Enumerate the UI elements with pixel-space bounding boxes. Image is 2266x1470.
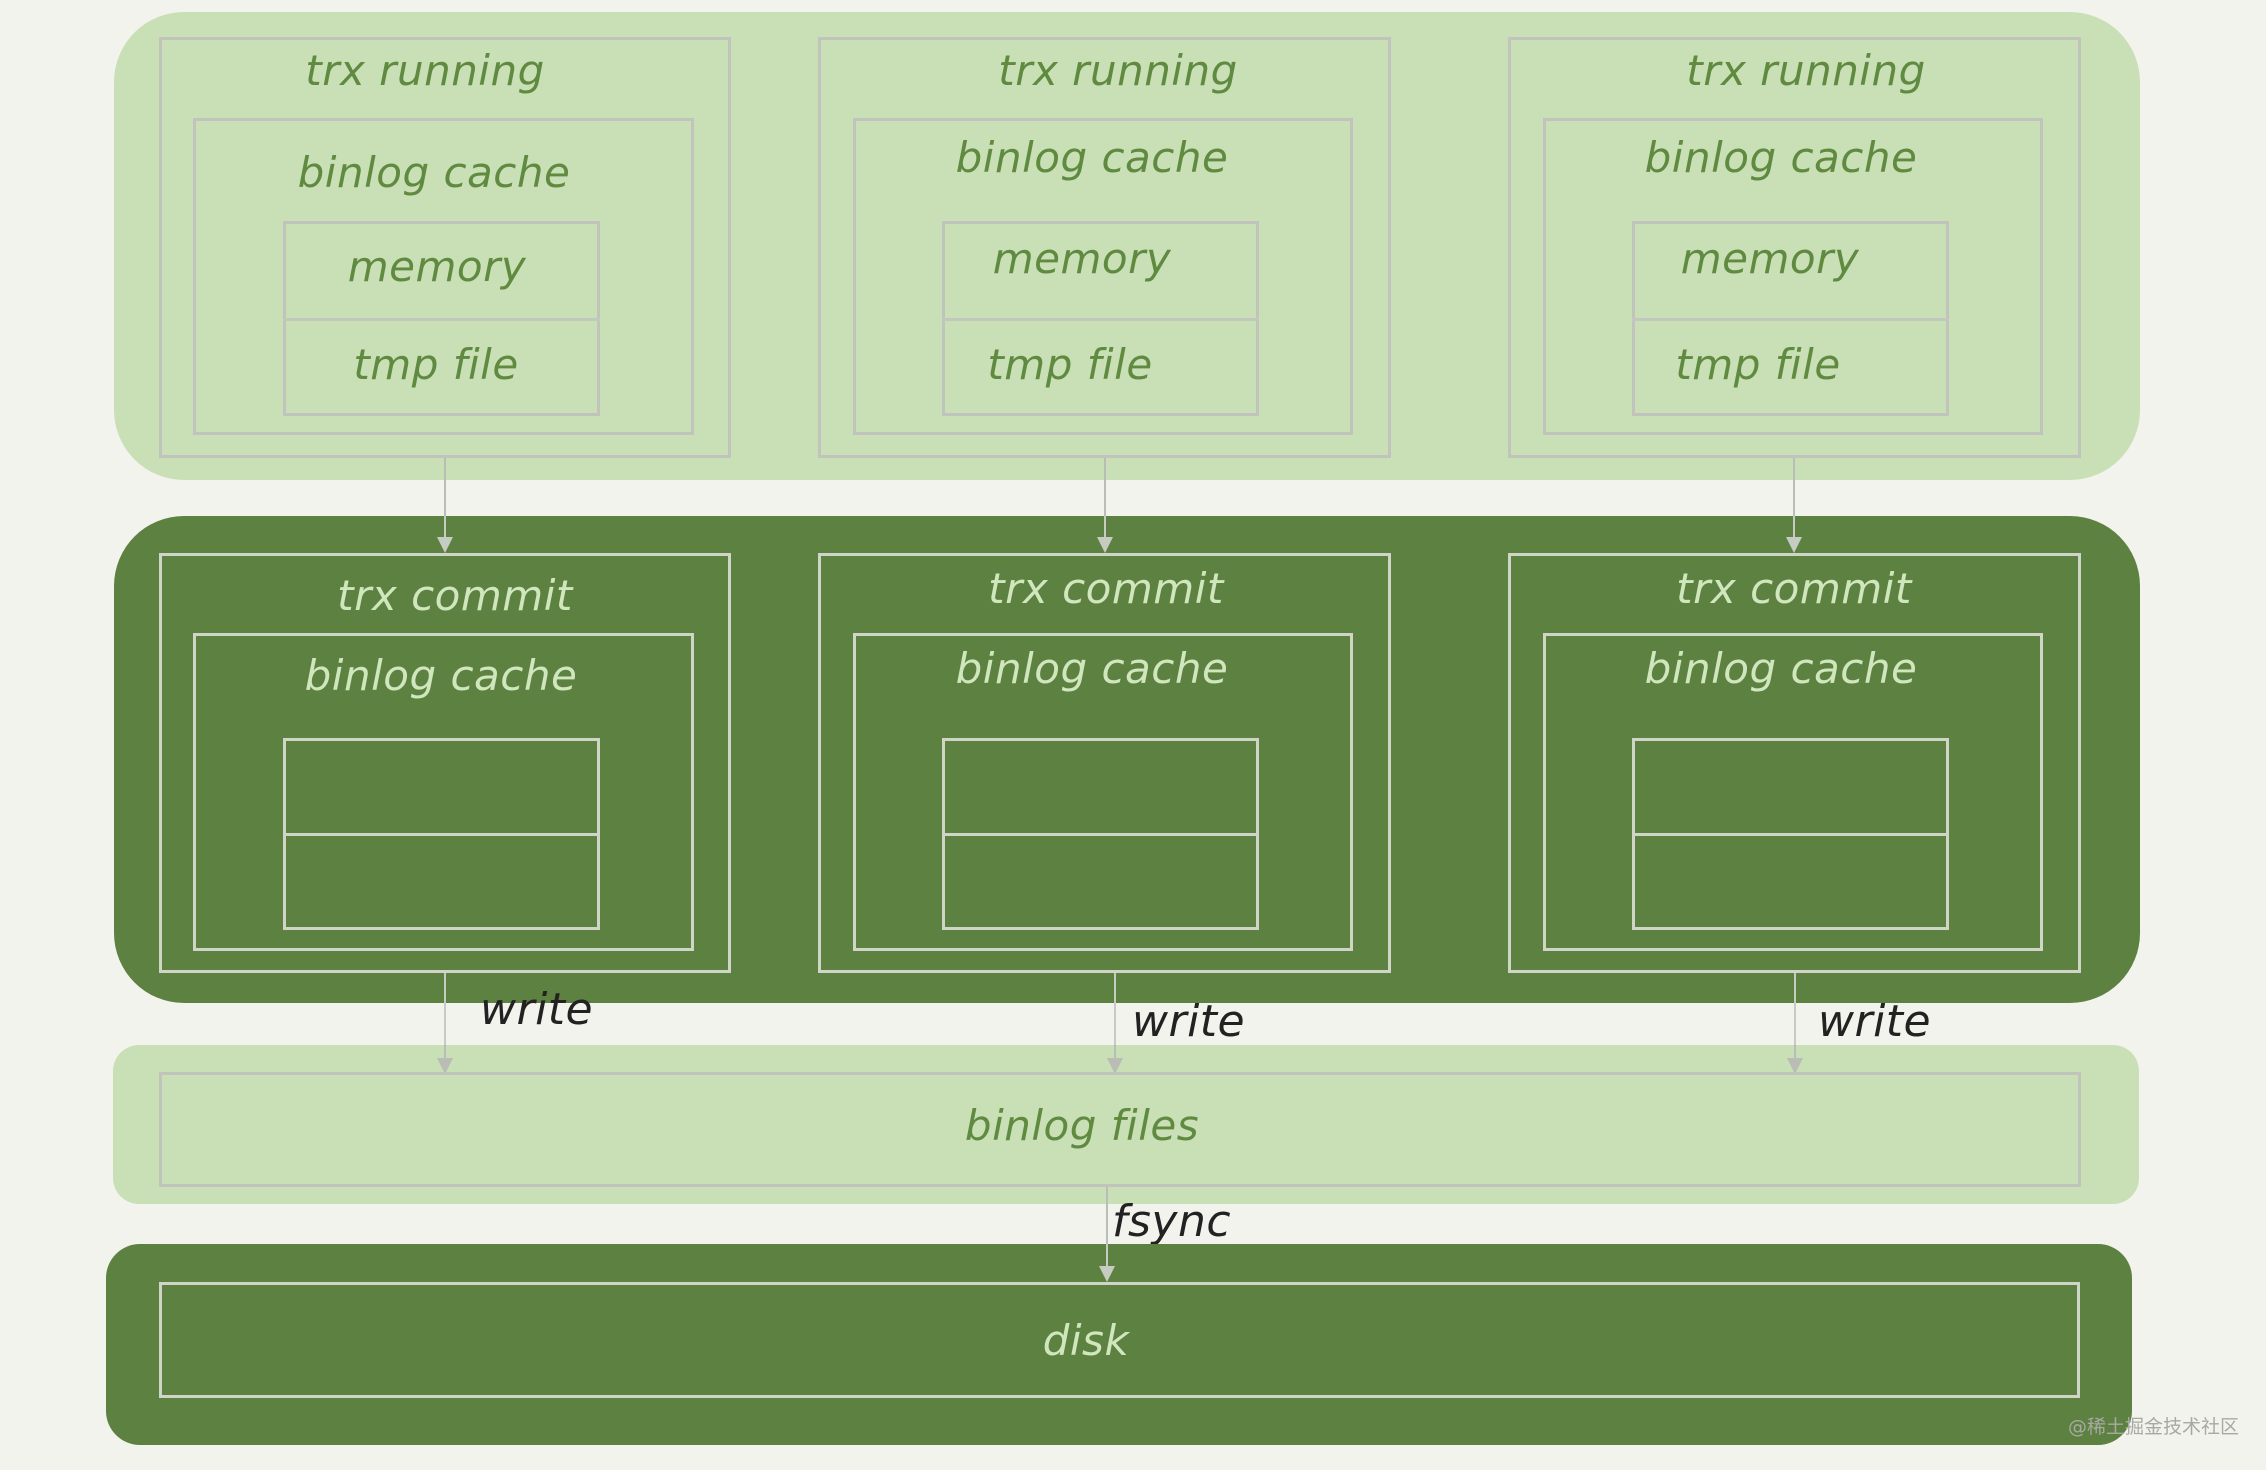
trx-running-title-2: trx running bbox=[998, 46, 1238, 95]
arrowhead-commit-entry-3 bbox=[1786, 537, 1802, 553]
memory-label-3: memory bbox=[1680, 234, 1860, 283]
write-label-3: write bbox=[1818, 996, 1932, 1047]
write-label-1: write bbox=[480, 984, 594, 1035]
commit-binlog-cache-label-1: binlog cache bbox=[304, 651, 578, 700]
cache-storage-divider-3 bbox=[1632, 318, 1949, 321]
commit-cache-storage-divider-2 bbox=[942, 833, 1259, 836]
fsync-arrowhead bbox=[1099, 1266, 1115, 1282]
memory-label-1: memory bbox=[347, 242, 527, 291]
trx-running-title-3: trx running bbox=[1686, 46, 1926, 95]
tmp-file-label-1: tmp file bbox=[353, 340, 519, 389]
arrowhead-commit-entry-2 bbox=[1097, 537, 1113, 553]
write-label-2: write bbox=[1132, 996, 1246, 1047]
memory-label-2: memory bbox=[992, 234, 1172, 283]
fsync-label: fsync bbox=[1112, 1196, 1232, 1247]
tmp-file-label-2: tmp file bbox=[987, 340, 1153, 389]
cache-storage-divider-2 bbox=[942, 318, 1259, 321]
disk-label: disk bbox=[1042, 1316, 1130, 1365]
trx-running-title-1: trx running bbox=[305, 46, 545, 95]
commit-cache-storage-divider-1 bbox=[283, 833, 600, 836]
commit-binlog-cache-label-2: binlog cache bbox=[955, 644, 1229, 693]
commit-binlog-cache-label-3: binlog cache bbox=[1644, 644, 1918, 693]
cache-storage-divider-1 bbox=[283, 318, 600, 321]
binlog-cache-label-3: binlog cache bbox=[1644, 133, 1918, 182]
binlog-files-label: binlog files bbox=[964, 1101, 1200, 1150]
binlog-cache-label-1: binlog cache bbox=[297, 148, 571, 197]
watermark: @稀土掘金技术社区 bbox=[2068, 1416, 2240, 1438]
binlog-cache-label-2: binlog cache bbox=[955, 133, 1229, 182]
trx-commit-title-2: trx commit bbox=[988, 564, 1224, 613]
commit-cache-storage-divider-3 bbox=[1632, 833, 1949, 836]
tmp-file-label-3: tmp file bbox=[1675, 340, 1841, 389]
trx-commit-title-3: trx commit bbox=[1676, 564, 1912, 613]
trx-commit-title-1: trx commit bbox=[337, 571, 573, 620]
arrowhead-commit-entry-1 bbox=[437, 537, 453, 553]
